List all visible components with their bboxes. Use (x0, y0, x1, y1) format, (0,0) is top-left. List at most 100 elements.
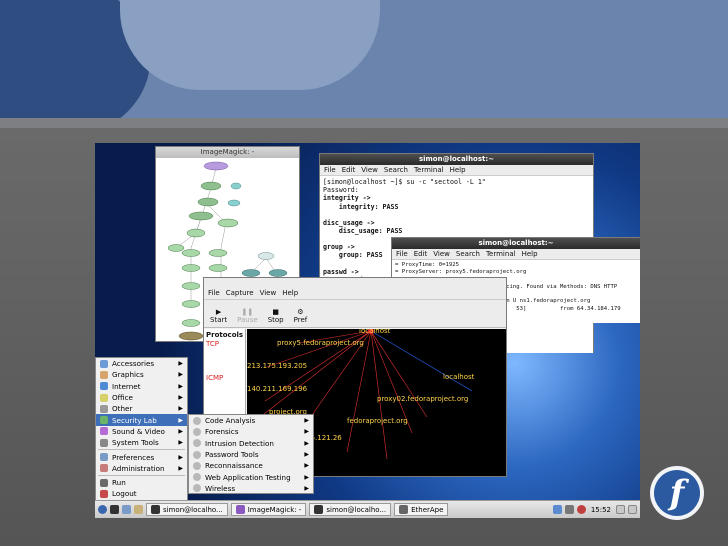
start-button[interactable]: ▶ Start (210, 308, 227, 324)
host-label[interactable]: fedoraproject.org (347, 417, 408, 425)
system-icon (100, 478, 108, 487)
terminal-titlebar[interactable]: simon@localhost:~ (320, 154, 593, 165)
submenu-item-forensics[interactable]: Forensics ▶ (189, 426, 313, 437)
menu-item-preferences[interactable]: Preferences ▶ (96, 451, 187, 462)
menu-item-run[interactable]: Run (96, 477, 187, 488)
category-icon (100, 393, 108, 402)
menu-item-label: Accessories (112, 359, 155, 369)
menu-item-logout[interactable]: Logout (96, 488, 187, 499)
menu-search[interactable]: Search (456, 250, 480, 258)
menu-view[interactable]: View (361, 166, 378, 174)
terminal-icon (314, 505, 324, 514)
task-label: ImageMagick: - (247, 505, 302, 514)
chevron-right-icon: ▶ (178, 405, 183, 413)
submenu-item-intrusion-detection[interactable]: Intrusion Detection ▶ (189, 438, 313, 449)
submenu-item-code-analysis[interactable]: Code Analysis ▶ (189, 415, 313, 426)
chevron-right-icon: ▶ (304, 462, 309, 470)
submenu-item-label: Reconnaissance (205, 461, 263, 471)
system-icon (100, 464, 108, 473)
menu-help[interactable]: Help (522, 250, 538, 258)
tool-icon (193, 427, 201, 436)
menu-capture[interactable]: Capture (226, 289, 254, 297)
submenu-item-wireless[interactable]: Wireless ▶ (189, 483, 313, 494)
menu-view[interactable]: View (433, 250, 450, 258)
stop-icon: ■ (272, 308, 279, 316)
menu-item-graphics[interactable]: Graphics ▶ (96, 369, 187, 380)
chevron-right-icon: ▶ (178, 453, 183, 461)
menu-item-internet[interactable]: Internet ▶ (96, 381, 187, 392)
menu-view[interactable]: View (260, 289, 277, 297)
menu-item-security-lab[interactable]: Security Lab ▶ (96, 414, 187, 426)
terminal-line: = ProxyServer: proxy5.fedoraproject.org (395, 269, 527, 276)
menu-item-label: Other (112, 404, 133, 414)
tool-icon (193, 484, 201, 493)
protocols-header: Protocols (206, 331, 244, 339)
menu-item-label: Administration (112, 463, 165, 473)
show-desktop-icon[interactable] (122, 505, 131, 514)
menu-item-administration[interactable]: Administration ▶ (96, 463, 187, 474)
menu-help[interactable]: Help (282, 289, 298, 297)
menu-search[interactable]: Search (384, 166, 408, 174)
start-label: Start (210, 316, 228, 324)
menu-help[interactable]: Help (450, 166, 466, 174)
terminal-launcher-icon[interactable] (110, 505, 119, 514)
task-terminal-1[interactable]: simon@localho... (146, 503, 228, 516)
preferences-button[interactable]: ⚙ Pref (294, 308, 308, 324)
stop-button[interactable]: ■ Stop (268, 308, 284, 324)
task-label: simon@localho... (163, 505, 223, 514)
fedora-logo: f (650, 466, 704, 520)
imagemagick-icon (235, 505, 245, 514)
chevron-right-icon: ▶ (304, 428, 309, 436)
etherape-menubar: File Capture View Help (204, 278, 506, 300)
host-label[interactable]: 213.175.193.205 (247, 362, 307, 370)
workspace-switcher-icon[interactable] (616, 505, 625, 514)
menu-edit[interactable]: Edit (342, 166, 356, 174)
submenu-item-password-tools[interactable]: Password Tools ▶ (189, 449, 313, 460)
stop-label: Stop (267, 316, 284, 324)
volume-icon[interactable] (564, 505, 574, 514)
task-label: simon@localho... (326, 505, 387, 514)
menu-item-label: Security Lab (112, 415, 157, 425)
menu-item-office[interactable]: Office ▶ (96, 392, 187, 403)
submenu-item-label: Forensics (205, 427, 239, 437)
host-label[interactable]: proxy5.fedoraproject.org (277, 339, 364, 347)
host-label[interactable]: localhost (359, 329, 390, 335)
imagemagick-titlebar[interactable]: ImageMagick: - (156, 147, 299, 158)
pause-button[interactable]: ❚❚ Pause (237, 308, 258, 324)
chevron-right-icon: ▶ (178, 427, 183, 435)
workspace-switcher-icon[interactable] (628, 505, 637, 514)
submenu-item-web-application-testing[interactable]: Web Application Testing ▶ (189, 471, 313, 482)
task-etherape[interactable]: EtherApe (394, 503, 449, 516)
protocol-tcp[interactable]: TCP (206, 340, 243, 348)
menu-file[interactable]: File (396, 250, 408, 258)
protocol-icmp[interactable]: ICMP (206, 374, 243, 382)
host-label[interactable]: 140.211.169.196 (247, 385, 307, 393)
menu-terminal[interactable]: Terminal (414, 166, 444, 174)
clock[interactable]: 15:52 (589, 506, 613, 514)
task-terminal-2[interactable]: simon@localho... (309, 503, 392, 516)
chevron-right-icon: ▶ (178, 464, 183, 472)
menu-item-label: Office (112, 393, 133, 403)
host-label[interactable]: proxy02.fedoraproject.org (377, 395, 468, 403)
menu-file[interactable]: File (208, 289, 220, 297)
files-icon[interactable] (134, 505, 143, 514)
host-label[interactable]: localhost (443, 373, 474, 381)
menu-item-other[interactable]: Other ▶ (96, 403, 187, 414)
menu-terminal[interactable]: Terminal (486, 250, 516, 258)
chevron-right-icon: ▶ (178, 371, 183, 379)
fedora-menu-icon[interactable] (98, 505, 107, 514)
category-icon (100, 404, 108, 413)
chevron-right-icon: ▶ (178, 360, 183, 368)
window-title: simon@localhost:~ (418, 155, 495, 163)
task-imagemagick[interactable]: ImageMagick: - (230, 503, 307, 516)
menu-file[interactable]: File (324, 166, 336, 174)
menu-item-sound-video[interactable]: Sound & Video ▶ (96, 426, 187, 437)
submenu-item-reconnaissance[interactable]: Reconnaissance ▶ (189, 460, 313, 471)
network-icon[interactable] (552, 505, 562, 514)
menu-item-accessories[interactable]: Accessories ▶ (96, 358, 187, 369)
power-icon[interactable] (576, 505, 586, 514)
terminal-titlebar[interactable]: simon@localhost:~ (392, 238, 640, 249)
menu-edit[interactable]: Edit (414, 250, 428, 258)
pref-label: Pref (293, 316, 308, 324)
menu-item-system-tools[interactable]: System Tools ▶ (96, 437, 187, 448)
